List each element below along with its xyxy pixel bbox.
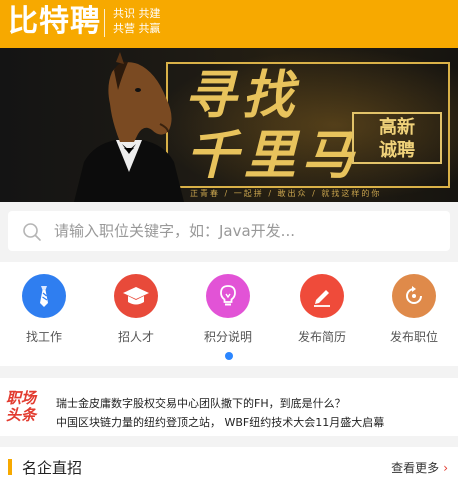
slogan-line-1: 共识 共建 — [113, 7, 161, 20]
banner-headline-2: 千里马 — [186, 125, 361, 186]
quick-nav: 找工作 招人才 积分说明 发布简历 发布职位 — [0, 262, 458, 366]
nav-label-post-job: 发布职位 — [389, 330, 438, 344]
banner-tagline: 正青春 / 一起拼 / 敢出众 / 就找这样的你 — [190, 189, 382, 198]
view-more-label: 查看更多 — [391, 461, 440, 475]
carousel-indicator-dot[interactable] — [225, 352, 233, 360]
featured-companies-section: 名企直招 查看更多 › — [0, 447, 458, 484]
refresh-icon — [392, 274, 436, 318]
view-more-link[interactable]: 查看更多 › — [391, 459, 448, 476]
logo-divider — [104, 9, 105, 37]
news-label-line-2: 头条 — [6, 406, 37, 424]
search-bar[interactable] — [8, 211, 450, 251]
badge-line-1: 高新 — [379, 117, 415, 138]
section-title: 名企直招 — [22, 459, 83, 477]
horse-man-illustration — [74, 52, 184, 202]
badge-line-2: 诚聘 — [379, 140, 415, 161]
graduation-cap-icon — [114, 274, 158, 318]
slogan-line-2: 共营 共赢 — [113, 22, 161, 35]
tie-icon — [22, 274, 66, 318]
promo-banner[interactable]: 寻找 千里马 高新 诚聘 正青春 / 一起拼 / 敢出众 / 就找这样的你 — [0, 48, 458, 202]
news-item-1[interactable]: 瑞士金皮庸数字股权交易中心团队撒下的FH，到底是什么？ — [56, 395, 346, 411]
news-ticker: 职场 头条 瑞士金皮庸数字股权交易中心团队撒下的FH，到底是什么？ 中国区块链力… — [0, 378, 458, 436]
search-input[interactable] — [46, 211, 444, 251]
app-header: 比特聘 共识 共建 共营 共赢 — [0, 0, 458, 48]
banner-headline-1: 寻找 — [184, 65, 301, 126]
nav-item-post-job[interactable]: 发布职位 — [374, 274, 454, 345]
chevron-right-icon: › — [443, 461, 448, 475]
news-item-2[interactable]: 中国区块链力量的纽约登顶之站， WBF纽约技术大会11月盛大启幕 — [56, 414, 384, 430]
nav-item-recruit[interactable]: 招人才 — [96, 274, 176, 345]
nav-label-points: 积分说明 — [203, 330, 252, 344]
news-label-line-1: 职场 — [6, 389, 37, 407]
brand-slogan: 共识 共建 共营 共赢 — [113, 6, 161, 36]
edit-icon — [300, 274, 344, 318]
brand-logo[interactable]: 比特聘 — [8, 4, 101, 40]
lightbulb-icon — [206, 274, 250, 318]
nav-item-post-resume[interactable]: 发布简历 — [282, 274, 362, 345]
search-icon — [23, 223, 41, 241]
nav-label-recruit: 招人才 — [117, 330, 154, 344]
hiring-badge: 高新 诚聘 — [352, 112, 442, 164]
news-label: 职场 头条 — [6, 390, 46, 424]
nav-label-post-resume: 发布简历 — [297, 330, 346, 344]
section-accent-bar — [8, 459, 12, 475]
nav-label-find-job: 找工作 — [25, 330, 62, 344]
nav-item-find-job[interactable]: 找工作 — [4, 274, 84, 345]
nav-item-points[interactable]: 积分说明 — [188, 274, 268, 345]
